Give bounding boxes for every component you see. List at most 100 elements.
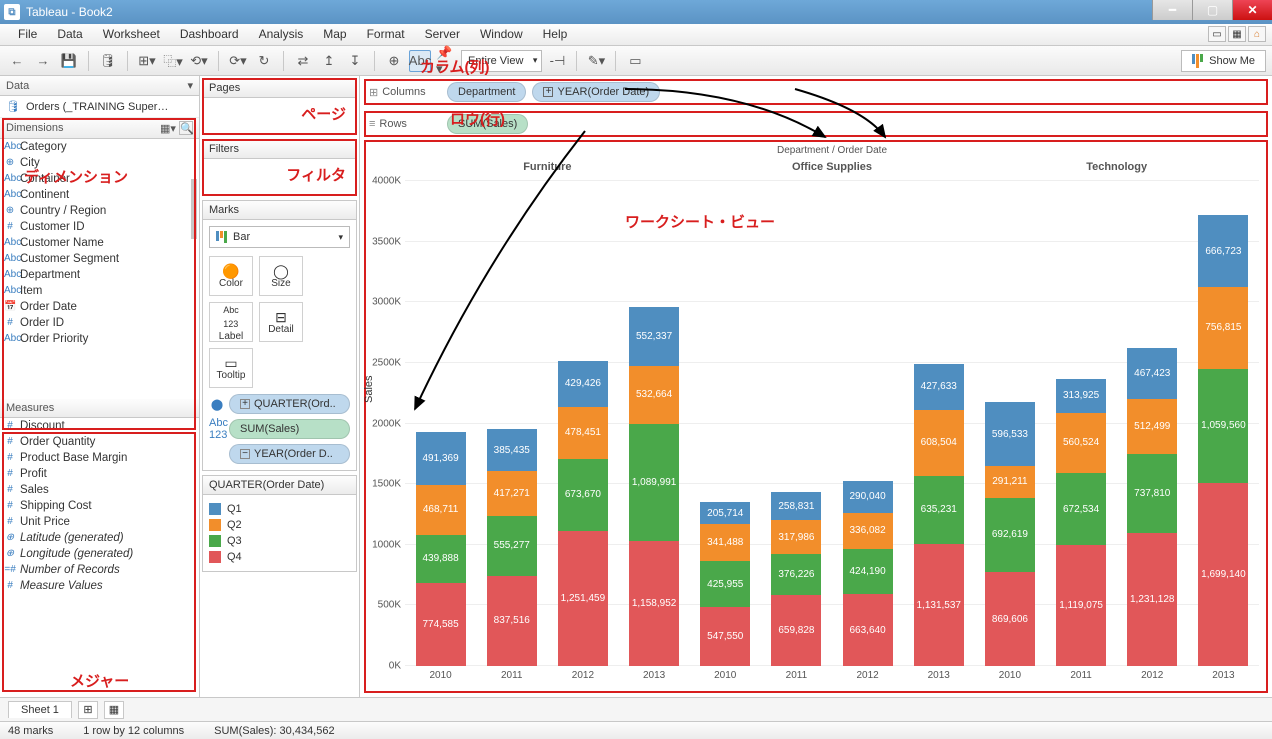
dimension-field[interactable]: AbcItem: [0, 283, 199, 299]
bar[interactable]: 1,119,075672,534560,524313,925: [1056, 181, 1106, 666]
measure-field[interactable]: #Shipping Cost: [0, 498, 199, 514]
save-button[interactable]: 💾: [58, 50, 80, 72]
columns-shelf[interactable]: ⊞Columns Department+YEAR(Order Date): [364, 79, 1268, 105]
mark-pill[interactable]: SUM(Sales): [229, 419, 350, 439]
legend-item[interactable]: Q2: [209, 517, 350, 533]
menu-map[interactable]: Map: [313, 24, 356, 45]
dimension-field[interactable]: ⊕City: [0, 155, 199, 171]
mark-pill[interactable]: −YEAR(Order D..: [229, 444, 350, 464]
sort-asc-button[interactable]: ↥: [318, 50, 340, 72]
bar[interactable]: 1,231,128737,810512,499467,423: [1127, 181, 1177, 666]
bar[interactable]: 1,131,537635,231608,504427,633: [914, 181, 964, 666]
labels-button[interactable]: Abc: [409, 50, 431, 72]
swap-button[interactable]: ⇄: [292, 50, 314, 72]
dimension-field[interactable]: AbcContainer: [0, 171, 199, 187]
menu-dashboard[interactable]: Dashboard: [170, 24, 249, 45]
measure-field[interactable]: =#Number of Records: [0, 562, 199, 578]
new-sheet-icon[interactable]: ⊞: [78, 701, 98, 719]
legend-item[interactable]: Q4: [209, 549, 350, 565]
measure-field[interactable]: #Profit: [0, 466, 199, 482]
dimension-field[interactable]: AbcCustomer Name: [0, 235, 199, 251]
search-icon[interactable]: 🔍: [179, 121, 193, 135]
home-icon[interactable]: ⌂: [1248, 26, 1266, 42]
detail-button[interactable]: ⊟Detail: [259, 302, 303, 342]
dimension-field[interactable]: #Order ID: [0, 315, 199, 331]
label-button[interactable]: Abc123Label: [209, 302, 253, 342]
pin-button[interactable]: 📌▾: [435, 50, 457, 72]
run-button[interactable]: ↻: [253, 50, 275, 72]
dimension-field[interactable]: AbcOrder Priority: [0, 331, 199, 347]
menu-worksheet[interactable]: Worksheet: [93, 24, 170, 45]
duplicate-button[interactable]: ⿻▾: [162, 50, 184, 72]
bar[interactable]: 1,158,9521,089,991532,664552,337: [629, 181, 679, 666]
measure-field[interactable]: #Measure Values: [0, 578, 199, 594]
filters-card[interactable]: Filters フィルタ: [202, 139, 357, 196]
bar[interactable]: 663,640424,190336,082290,040: [843, 181, 893, 666]
menu-window[interactable]: Window: [470, 24, 533, 45]
dimension-field[interactable]: AbcDepartment: [0, 267, 199, 283]
shelf-pill[interactable]: Department: [447, 82, 526, 102]
dimension-field[interactable]: ⊕Country / Region: [0, 203, 199, 219]
clear-button[interactable]: ⟲▾: [188, 50, 210, 72]
minimize-button[interactable]: ━: [1152, 0, 1192, 20]
show-me-button[interactable]: Show Me: [1181, 50, 1266, 72]
new-dashboard-icon[interactable]: ▦: [104, 701, 124, 719]
rows-shelf[interactable]: ≡Rows SUM(Sales): [364, 111, 1268, 137]
connect-data-button[interactable]: 🛢: [97, 50, 119, 72]
back-button[interactable]: ←: [6, 50, 28, 72]
datasource-row[interactable]: 🛢 Orders (_TRAINING Super…: [0, 96, 199, 118]
dim-options-icon[interactable]: ▦▾: [160, 123, 176, 135]
measure-field[interactable]: ⊕Longitude (generated): [0, 546, 199, 562]
size-button[interactable]: ◯Size: [259, 256, 303, 296]
menu-help[interactable]: Help: [533, 24, 578, 45]
bar[interactable]: 547,550425,955341,488205,714: [700, 181, 750, 666]
group-button[interactable]: ⊕: [383, 50, 405, 72]
bar[interactable]: 659,828376,226317,986258,831: [771, 181, 821, 666]
cards-icon[interactable]: ▦: [1228, 26, 1246, 42]
new-worksheet-button[interactable]: ⊞▾: [136, 50, 158, 72]
dimension-field[interactable]: AbcCategory: [0, 139, 199, 155]
legend-item[interactable]: Q1: [209, 501, 350, 517]
bar[interactable]: 837,516555,277417,271385,435: [487, 181, 537, 666]
auto-update-button[interactable]: ⟳▾: [227, 50, 249, 72]
menu-file[interactable]: File: [8, 24, 47, 45]
dimension-field[interactable]: AbcCustomer Segment: [0, 251, 199, 267]
fix-axes-button[interactable]: -⊣: [546, 50, 568, 72]
dimension-field[interactable]: AbcContinent: [0, 187, 199, 203]
menu-format[interactable]: Format: [357, 24, 415, 45]
measure-field[interactable]: ⊕Latitude (generated): [0, 530, 199, 546]
shelf-pill[interactable]: +YEAR(Order Date): [532, 82, 660, 102]
dimension-field[interactable]: #Customer ID: [0, 219, 199, 235]
tooltip-button[interactable]: ▭Tooltip: [209, 348, 253, 388]
bar[interactable]: 1,251,459673,670478,451429,426: [558, 181, 608, 666]
measure-field[interactable]: #Sales: [0, 482, 199, 498]
measure-field[interactable]: #Unit Price: [0, 514, 199, 530]
dimension-field[interactable]: 📅Order Date: [0, 299, 199, 315]
menu-analysis[interactable]: Analysis: [249, 24, 314, 45]
color-button[interactable]: 🟠Color: [209, 256, 253, 296]
mark-type-dropdown[interactable]: Bar: [209, 226, 350, 248]
bar[interactable]: 1,699,1401,059,560756,815666,723: [1198, 181, 1248, 666]
legend-item[interactable]: Q3: [209, 533, 350, 549]
menu-data[interactable]: Data: [47, 24, 92, 45]
measure-field[interactable]: #Order Quantity: [0, 434, 199, 450]
measure-field[interactable]: #Discount: [0, 418, 199, 434]
worksheet-view[interactable]: ワークシート・ビュー Department / Order Date Furni…: [364, 140, 1268, 693]
measure-field[interactable]: #Product Base Margin: [0, 450, 199, 466]
bar[interactable]: 774,585439,888468,711491,369: [416, 181, 466, 666]
close-button[interactable]: ✕: [1232, 0, 1272, 20]
pages-card[interactable]: Pages ページ: [202, 78, 357, 135]
x-tick-label: 2013: [643, 670, 665, 681]
menu-server[interactable]: Server: [415, 24, 470, 45]
fit-dropdown[interactable]: Entire View: [461, 50, 542, 72]
sort-desc-button[interactable]: ↧: [344, 50, 366, 72]
mark-pill[interactable]: +QUARTER(Ord..: [229, 394, 350, 414]
highlight-button[interactable]: ✎▾: [585, 50, 607, 72]
bar[interactable]: 869,606692,619291,211596,533: [985, 181, 1035, 666]
presentation-mode-button[interactable]: ▭: [624, 50, 646, 72]
maximize-button[interactable]: ▢: [1192, 0, 1232, 20]
shelf-pill[interactable]: SUM(Sales): [447, 114, 528, 134]
presentation-icon[interactable]: ▭: [1208, 26, 1226, 42]
sheet-tab[interactable]: Sheet 1: [8, 701, 72, 718]
forward-button[interactable]: →: [32, 50, 54, 72]
